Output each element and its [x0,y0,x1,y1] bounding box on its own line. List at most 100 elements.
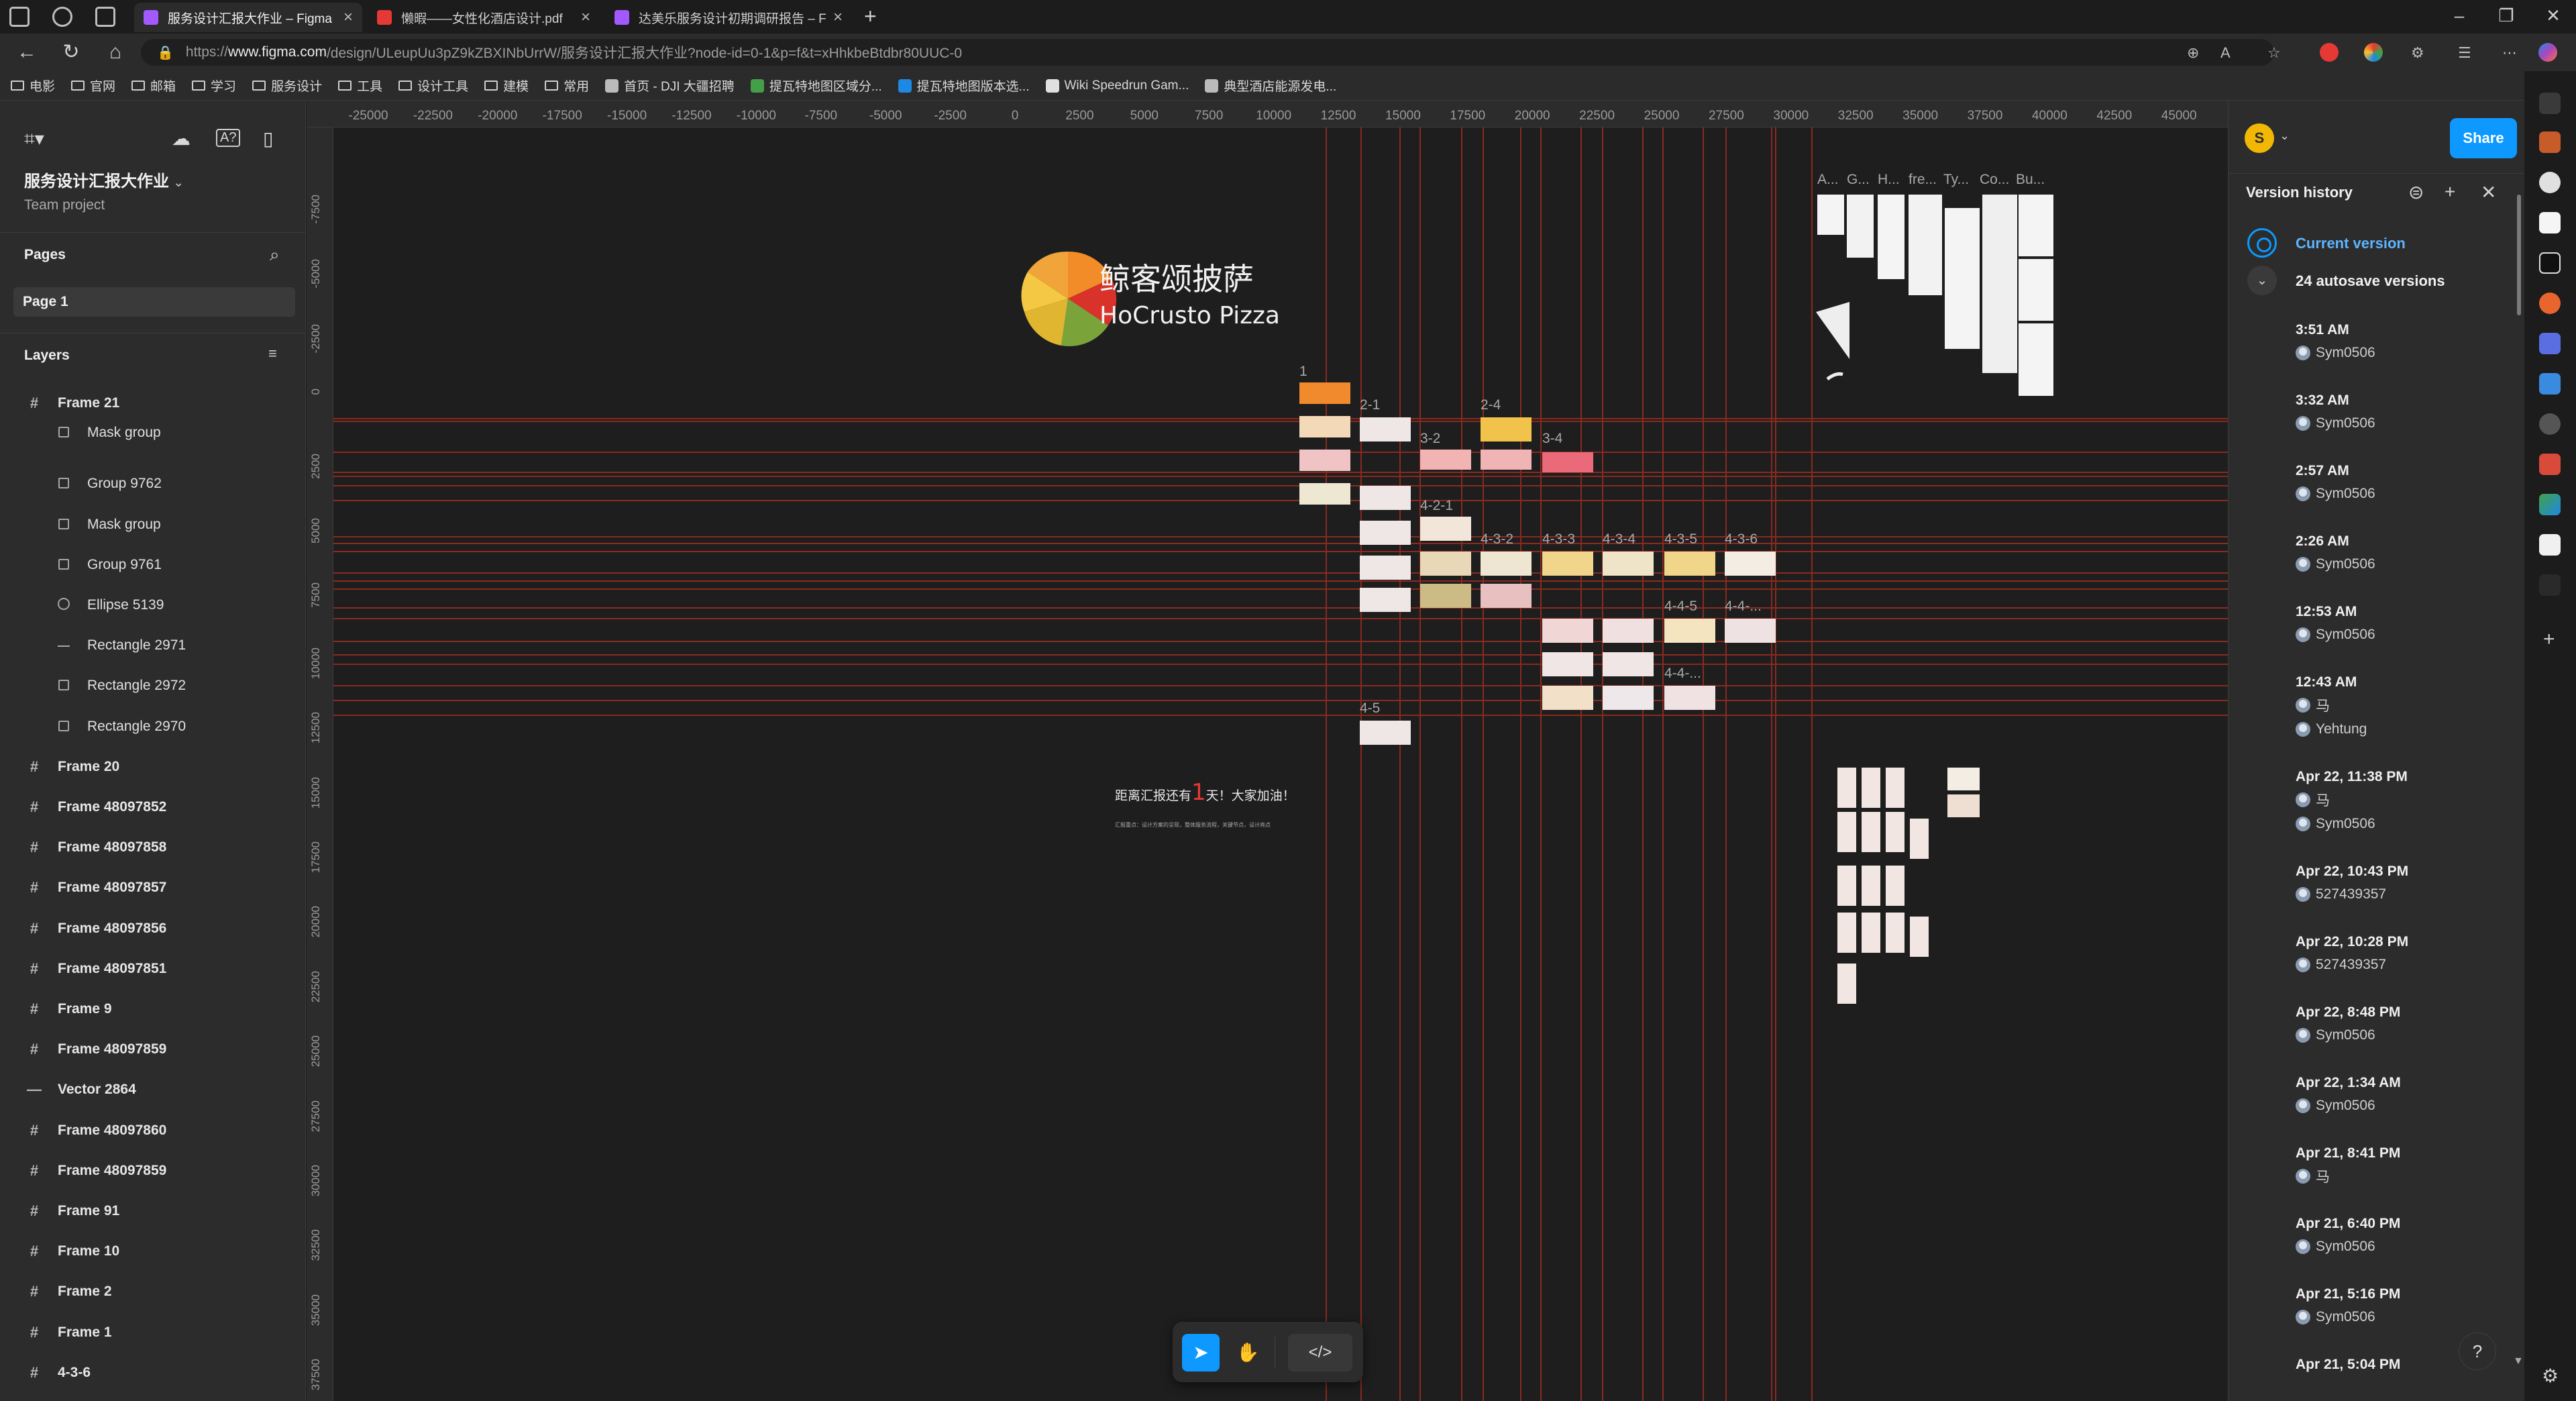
bookmark-item[interactable]: 设计工具 [398,76,468,95]
extension-color-icon[interactable] [2364,43,2383,62]
bookmark-item[interactable]: 典型酒店能源发电... [1205,76,1336,95]
minimize-icon[interactable]: – [2446,5,2473,26]
layer-row[interactable]: # Frame 9 [0,990,305,1029]
layer-row[interactable]: #4-3-6 [0,1353,305,1392]
hand-tool[interactable]: ✋ [1229,1334,1267,1371]
bookmark-item[interactable]: 邮箱 [131,76,176,95]
workspaces-icon[interactable] [52,7,72,27]
bookmark-item[interactable]: 首页 - DJI 大疆招聘 [605,76,735,95]
chevron-down-icon[interactable]: ⌄ [2279,129,2290,143]
favorite-star-icon[interactable]: ☆ [2267,44,2281,62]
layer-row[interactable]: Rectangle 2970 [0,707,305,746]
team-project[interactable]: Team project [24,197,105,213]
layer-row[interactable]: Group 9761 [0,546,305,584]
more-icon[interactable]: ⋯ [2502,44,2517,62]
layer-row[interactable]: Rectangle 2972 [0,666,305,705]
close-icon[interactable]: × [581,8,590,27]
home-icon[interactable]: ⌂ [102,42,129,63]
layer-row[interactable]: Rectangle 2971 [0,626,305,665]
toggle-panel-icon[interactable]: ▯ [263,127,273,150]
page-item-page-1[interactable]: Page 1 [13,287,295,317]
chevron-down-icon[interactable]: ⌄ [174,176,184,189]
layer-row[interactable]: Mask group [0,413,305,452]
filter-icon[interactable]: ⊜ [2408,181,2424,203]
favorites-icon[interactable]: ☰ [2458,44,2471,62]
version-entry[interactable]: Apr 22, 1:34 AM Sym0506 [2296,1072,2401,1118]
layer-row[interactable]: # Frame 48097857 [0,868,305,907]
text-assets-icon[interactable]: A? [216,129,241,147]
layer-row[interactable]: Ellipse 5139 [0,586,305,625]
collapse-layers-icon[interactable]: ≡ [268,345,277,362]
figma-canvas[interactable]: 1 2-1 2-4 3-2 3-4 4-2-1 4-3-2 4-3-3 4-3-4 4-3-5 4-… [307,101,2228,1401]
version-entry[interactable]: Apr 21, 5:16 PM Sym0506 [2296,1284,2400,1329]
tools-icon[interactable] [2539,333,2561,354]
bookmark-item[interactable]: 提瓦特地图版本选... [898,76,1030,95]
app-dark-icon[interactable] [2539,574,2561,596]
current-version-item[interactable]: Current version [2296,235,2406,252]
refresh-icon[interactable]: ↻ [58,42,85,63]
search-icon[interactable]: ⌕ [270,244,280,266]
cloud-offline-icon[interactable]: ☁ [172,127,191,150]
add-version-icon[interactable]: + [2445,181,2455,203]
apple-icon[interactable] [2539,172,2561,193]
version-entry[interactable]: 12:53 AM Sym0506 [2296,601,2375,647]
close-window-icon[interactable]: ✕ [2540,5,2567,26]
layer-row[interactable]: # Frame 48097852 [0,788,305,827]
app-grid-icon[interactable] [2539,494,2561,515]
layer-row[interactable]: Group 9762 [0,464,305,503]
close-icon[interactable]: ✕ [2481,181,2496,203]
version-entry[interactable]: 3:32 AM Sym0506 [2296,390,2375,435]
bookmark-item[interactable]: 电影 [11,76,55,95]
extension-red-icon[interactable] [2320,43,2339,62]
zoom-icon[interactable]: ⊕ [2187,44,2199,62]
layer-row[interactable]: # Frame 48097858 [0,828,305,867]
file-title[interactable]: 服务设计汇报大作业 ⌄ [24,168,184,191]
chevron-down-icon[interactable]: ⌄ [2247,266,2277,295]
layer-row[interactable]: # Frame 91 [0,1192,305,1231]
url-input[interactable]: 🔒 https://www.figma.com/design/ULeupUu3p… [141,39,2274,66]
version-entry[interactable]: Apr 21, 8:41 PM 马 [2296,1143,2400,1188]
app-circle-icon[interactable] [2539,413,2561,435]
autosave-versions-toggle[interactable]: 24 autosave versions [2296,272,2445,290]
layer-row[interactable]: # Frame 48097860 [0,1111,305,1150]
settings-icon[interactable]: ⚙ [2542,1365,2559,1387]
layer-row[interactable]: Mask group [0,505,305,544]
browser-tab[interactable]: 服务设计汇报大作业 – Figma × [134,3,362,32]
figma-menu-icon[interactable]: ⌗▾ [24,127,44,150]
bookmark-item[interactable]: 学习 [192,76,236,95]
bookmark-item[interactable]: 提瓦特地图区域分... [750,76,882,95]
bookmark-item[interactable]: Wiki Speedrun Gam... [1045,79,1189,93]
version-entry[interactable]: Apr 21, 5:04 PM [2296,1354,2400,1376]
browser-tab[interactable]: 懒暇——女性化酒店设计.pdf × [368,3,600,32]
close-icon[interactable]: × [343,8,353,27]
games-icon[interactable] [2539,293,2561,314]
layer-row[interactable]: # Frame 10 [0,1232,305,1271]
version-entry[interactable]: 12:43 AM 马 Yehtung [2296,672,2367,741]
shopping-icon[interactable] [2539,132,2561,153]
scroll-down-icon[interactable]: ▼ [2513,1355,2524,1367]
back-icon[interactable]: ← [13,42,40,63]
version-entry[interactable]: 3:51 AM Sym0506 [2296,319,2375,365]
vertical-tabs-icon[interactable] [95,7,115,27]
bookmark-item[interactable]: 建模 [484,76,529,95]
layer-row[interactable]: — Vector 2864 [0,1070,305,1109]
bookmark-item[interactable]: 官网 [71,76,115,95]
copilot-icon[interactable] [2538,43,2557,62]
version-entry[interactable]: Apr 22, 10:43 PM 527439357 [2296,861,2408,906]
extensions-icon[interactable]: ⚙ [2411,44,2424,62]
profile-icon[interactable] [9,7,30,27]
zhihu-icon[interactable] [2539,212,2561,234]
layer-row[interactable]: # Frame 48097859 [0,1151,305,1190]
outlook-icon[interactable] [2539,373,2561,395]
layer-row[interactable]: # Frame 2 [0,1272,305,1311]
app-red-icon[interactable] [2539,454,2561,475]
layer-row[interactable]: # Frame 1 [0,1313,305,1352]
version-entry[interactable]: 2:57 AM Sym0506 [2296,460,2375,506]
plus-icon[interactable]: + [2543,628,2555,651]
search-icon[interactable] [2539,93,2561,114]
avatar[interactable]: S [2245,123,2274,153]
version-entry[interactable]: Apr 21, 6:40 PM Sym0506 [2296,1213,2400,1259]
move-tool[interactable]: ➤ [1182,1334,1220,1371]
browser-tab[interactable]: 达美乐服务设计初期调研报告 – Fi × [605,3,852,32]
share-button[interactable]: Share [2450,118,2517,158]
